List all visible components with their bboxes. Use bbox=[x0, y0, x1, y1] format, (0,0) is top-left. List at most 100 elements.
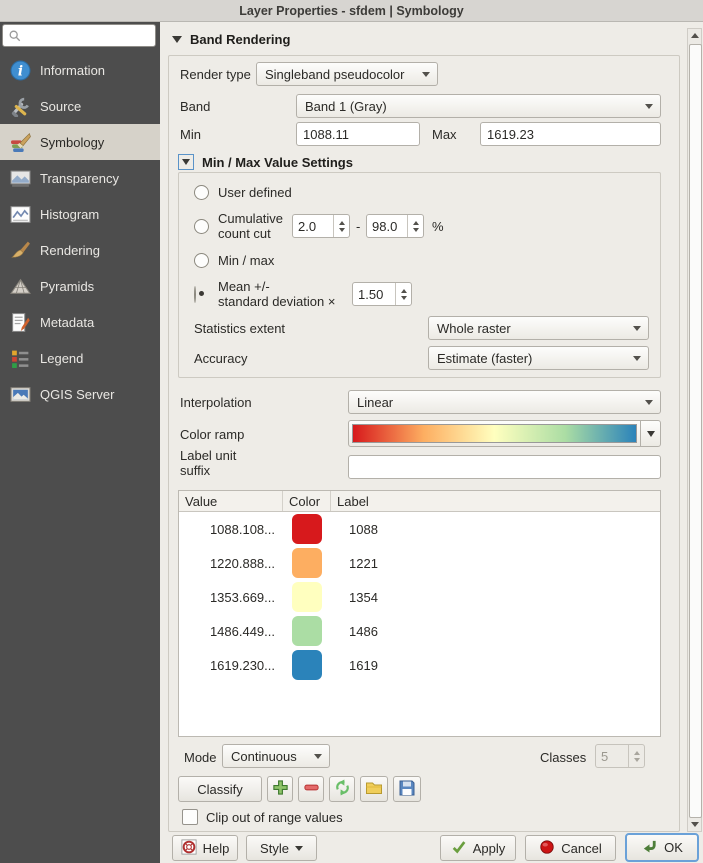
render-type-combobox[interactable]: Singleband pseudocolor bbox=[256, 62, 438, 86]
table-row[interactable]: 1088.108... 1088 bbox=[179, 512, 660, 546]
ok-label: OK bbox=[664, 840, 683, 855]
save-color-map-button[interactable] bbox=[393, 776, 421, 802]
chevron-down-icon bbox=[633, 326, 641, 331]
cancel-button[interactable]: Cancel bbox=[525, 835, 616, 861]
band-combobox[interactable]: Band 1 (Gray) bbox=[296, 94, 661, 118]
stddev-spinbox[interactable]: 1.50 bbox=[352, 282, 412, 306]
sidebar-item-pyramids[interactable]: Pyramids bbox=[0, 268, 160, 304]
column-header-label[interactable]: Label bbox=[331, 491, 660, 511]
triangle-down-icon bbox=[691, 822, 699, 827]
min-input[interactable]: 1088.11 bbox=[296, 122, 420, 146]
label-unit-suffix-label: Label unit suffix bbox=[180, 448, 236, 478]
band-label: Band bbox=[180, 99, 210, 114]
style-menu-button[interactable]: Style bbox=[246, 835, 317, 861]
pyramids-icon bbox=[9, 275, 31, 297]
information-icon: i bbox=[9, 59, 31, 81]
color-swatch[interactable] bbox=[292, 514, 322, 544]
window-title-bar: Layer Properties - sfdem | Symbology bbox=[0, 0, 703, 22]
sidebar-search[interactable] bbox=[2, 24, 156, 47]
accuracy-combobox[interactable]: Estimate (faster) bbox=[428, 346, 649, 370]
table-row[interactable]: 1220.888... 1221 bbox=[179, 546, 660, 580]
mode-value: Continuous bbox=[231, 749, 297, 764]
min-max-label: Min / max bbox=[218, 253, 274, 268]
mode-label: Mode bbox=[184, 750, 217, 765]
vertical-scrollbar[interactable] bbox=[687, 28, 702, 832]
max-input[interactable]: 1619.23 bbox=[480, 122, 661, 146]
ok-button[interactable]: OK bbox=[625, 833, 699, 862]
cumulative-low-spinbox[interactable]: 2.0 bbox=[292, 214, 350, 238]
max-label: Max bbox=[432, 127, 457, 142]
mean-stddev-radio[interactable] bbox=[194, 286, 196, 303]
window-title: Layer Properties - sfdem | Symbology bbox=[239, 4, 463, 18]
accuracy-value: Estimate (faster) bbox=[437, 351, 532, 366]
sidebar-item-qgis-server[interactable]: QGIS Server bbox=[0, 376, 160, 412]
color-swatch[interactable] bbox=[292, 616, 322, 646]
spinner-arrows-icon[interactable] bbox=[333, 215, 349, 237]
swap-refresh-button[interactable] bbox=[329, 776, 355, 802]
sidebar-item-transparency[interactable]: Transparency bbox=[0, 160, 160, 196]
help-lifebuoy-icon bbox=[181, 839, 197, 858]
chevron-down-icon bbox=[295, 846, 303, 851]
table-row[interactable]: 1353.669... 1354 bbox=[179, 580, 660, 614]
color-ramp-button[interactable] bbox=[348, 420, 661, 447]
table-row[interactable]: 1619.230... 1619 bbox=[179, 648, 660, 682]
cancel-circle-icon bbox=[539, 839, 555, 858]
folder-icon bbox=[365, 779, 383, 800]
scroll-up-button[interactable] bbox=[688, 29, 701, 42]
help-button[interactable]: Help bbox=[172, 835, 238, 861]
color-swatch[interactable] bbox=[292, 548, 322, 578]
color-swatch[interactable] bbox=[292, 650, 322, 680]
classify-button[interactable]: Classify bbox=[178, 776, 262, 802]
color-ramp-dropdown[interactable] bbox=[640, 421, 660, 446]
min-max-radio[interactable] bbox=[194, 253, 209, 268]
add-class-button[interactable] bbox=[267, 776, 293, 802]
column-header-color[interactable]: Color bbox=[283, 491, 331, 511]
chevron-down-icon bbox=[645, 104, 653, 109]
mode-combobox[interactable]: Continuous bbox=[222, 744, 330, 768]
collapse-arrow-icon bbox=[182, 159, 190, 165]
sidebar-search-input[interactable] bbox=[23, 28, 151, 44]
chevron-down-icon bbox=[633, 356, 641, 361]
label-unit-suffix-input[interactable] bbox=[348, 455, 661, 479]
classes-label: Classes bbox=[540, 750, 586, 765]
cumulative-count-cut-radio[interactable] bbox=[194, 219, 209, 234]
sidebar-item-metadata[interactable]: Metadata bbox=[0, 304, 160, 340]
table-row[interactable]: 1486.449... 1486 bbox=[179, 614, 660, 648]
sidebar-item-rendering[interactable]: Rendering bbox=[0, 232, 160, 268]
cumulative-dash: - bbox=[356, 219, 360, 234]
color-swatch[interactable] bbox=[292, 582, 322, 612]
class-label: 1486 bbox=[331, 624, 378, 639]
statistics-extent-combobox[interactable]: Whole raster bbox=[428, 316, 649, 340]
sidebar-item-legend[interactable]: Legend bbox=[0, 340, 160, 376]
sidebar-item-symbology[interactable]: Symbology bbox=[0, 124, 160, 160]
column-header-value[interactable]: Value bbox=[179, 491, 283, 511]
spinner-arrows-icon[interactable] bbox=[395, 283, 411, 305]
user-defined-radio[interactable] bbox=[194, 185, 209, 200]
cumulative-high-spinbox[interactable]: 98.0 bbox=[366, 214, 424, 238]
cumulative-count-cut-label: Cumulative count cut bbox=[218, 211, 283, 241]
sidebar-item-source[interactable]: Source bbox=[0, 88, 160, 124]
minmax-settings-header[interactable]: Min / Max Value Settings bbox=[178, 154, 353, 170]
qgis-server-icon bbox=[9, 383, 31, 405]
refresh-arrows-icon bbox=[334, 779, 351, 799]
spinner-arrows-icon[interactable] bbox=[407, 215, 423, 237]
apply-button[interactable]: Apply bbox=[440, 835, 516, 861]
sidebar-item-information[interactable]: i Information bbox=[0, 52, 160, 88]
minmax-settings-title: Min / Max Value Settings bbox=[202, 155, 353, 170]
scroll-down-button[interactable] bbox=[688, 818, 701, 831]
sidebar-item-histogram[interactable]: Histogram bbox=[0, 196, 160, 232]
user-defined-label: User defined bbox=[218, 185, 292, 200]
scrollbar-thumb[interactable] bbox=[689, 44, 702, 818]
band-value: Band 1 (Gray) bbox=[305, 99, 387, 114]
clip-out-of-range-checkbox[interactable] bbox=[182, 809, 198, 825]
chevron-down-icon bbox=[645, 400, 653, 405]
ok-arrow-icon bbox=[641, 838, 658, 858]
apply-label: Apply bbox=[473, 841, 506, 856]
load-color-map-button[interactable] bbox=[360, 776, 388, 802]
band-rendering-header[interactable]: Band Rendering bbox=[172, 32, 290, 47]
class-value: 1220.888... bbox=[179, 556, 283, 571]
sidebar-item-label: Pyramids bbox=[40, 279, 94, 294]
remove-class-button[interactable] bbox=[298, 776, 324, 802]
cumulative-high-value: 98.0 bbox=[367, 215, 407, 237]
interpolation-combobox[interactable]: Linear bbox=[348, 390, 661, 414]
